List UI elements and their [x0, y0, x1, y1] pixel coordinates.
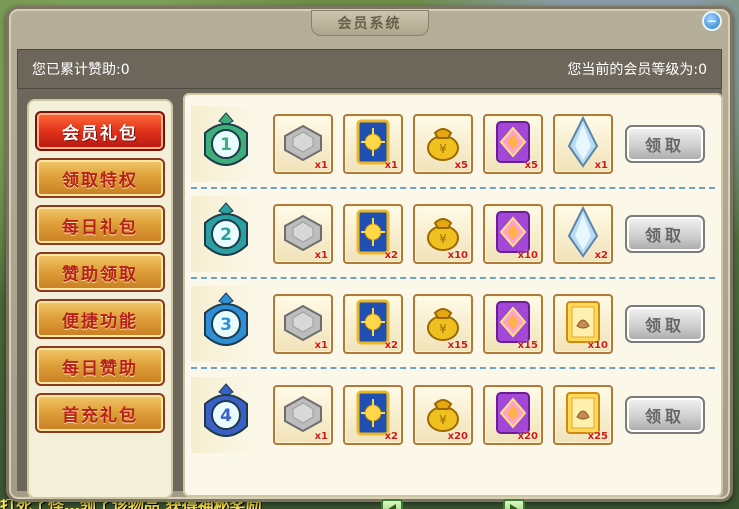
reward-quantity: x1	[314, 340, 328, 351]
reward-slot[interactable]: x2	[343, 385, 403, 445]
tier-row: 1 x1 x1 ¥ x5 x5 x1 领取	[191, 101, 715, 189]
reward-quantity: x20	[447, 431, 468, 442]
reward-slot[interactable]: x2	[343, 294, 403, 354]
reward-quantity: x5	[454, 160, 468, 171]
tier-row: 4 x1 x2 ¥ x20 x20 x25 领取	[191, 371, 715, 459]
pager	[183, 499, 723, 509]
reward-slot[interactable]: ¥ x15	[413, 294, 473, 354]
reward-slot[interactable]: x1	[273, 114, 333, 174]
svg-text:¥: ¥	[439, 413, 447, 427]
reward-quantity: x2	[384, 431, 398, 442]
sidebar-item-first-recharge[interactable]: 首充礼包	[35, 393, 165, 433]
reward-slot[interactable]: x2	[553, 204, 613, 264]
svg-text:1: 1	[220, 135, 232, 155]
reward-slot[interactable]: x1	[343, 114, 403, 174]
tier-row: 3 x1 x2 ¥ x15 x15 x10 领取	[191, 281, 715, 369]
reward-slot[interactable]: x1	[273, 294, 333, 354]
reward-quantity: x1	[594, 160, 608, 171]
svg-text:2: 2	[220, 225, 232, 245]
svg-text:¥: ¥	[439, 142, 447, 156]
reward-quantity: x1	[314, 431, 328, 442]
reward-quantity: x1	[384, 160, 398, 171]
reward-slot[interactable]: ¥ x20	[413, 385, 473, 445]
reward-slot[interactable]: x1	[273, 385, 333, 445]
svg-text:3: 3	[220, 315, 232, 335]
reward-quantity: x20	[517, 431, 538, 442]
sidebar: 会员礼包 领取特权 每日礼包 赞助领取 便捷功能 每日赞助 首充礼包	[27, 99, 173, 499]
tier-row: 2 x1 x2 ¥ x10 x10 x2 领取	[191, 191, 715, 279]
sidebar-item-daily-support[interactable]: 每日赞助	[35, 346, 165, 386]
reward-slot[interactable]: x10	[553, 294, 613, 354]
svg-text:4: 4	[220, 406, 232, 426]
sidebar-item-shortcuts[interactable]: 便捷功能	[35, 299, 165, 339]
reward-quantity: x5	[524, 160, 538, 171]
sidebar-item-support-claim[interactable]: 赞助领取	[35, 252, 165, 292]
reward-slot[interactable]: x1	[553, 114, 613, 174]
tier-badge-icon: 1	[191, 106, 261, 182]
window-title: 会员系统	[310, 10, 429, 36]
next-page-button[interactable]	[503, 499, 525, 509]
reward-quantity: x1	[314, 250, 328, 261]
svg-text:¥: ¥	[439, 322, 447, 336]
vip-window: 会员系统 − 您已累计赞助:0 您当前的会员等级为:0 会员礼包 领取特权 每日…	[6, 6, 733, 509]
reward-slot[interactable]: x15	[483, 294, 543, 354]
total-support-label: 您已累计赞助:0	[32, 62, 130, 78]
sidebar-item-vip-gift[interactable]: 会员礼包	[35, 111, 165, 151]
reward-slot[interactable]: ¥ x10	[413, 204, 473, 264]
sidebar-item-daily-gift[interactable]: 每日礼包	[35, 205, 165, 245]
prev-page-button[interactable]	[381, 499, 403, 509]
svg-text:¥: ¥	[439, 232, 447, 246]
reward-slot[interactable]: x1	[273, 204, 333, 264]
claim-button[interactable]: 领取	[625, 305, 705, 343]
reward-quantity: x2	[384, 340, 398, 351]
reward-quantity: x15	[517, 340, 538, 351]
reward-slot[interactable]: x10	[483, 204, 543, 264]
arrow-left-icon	[388, 504, 396, 509]
content-area: 会员礼包 领取特权 每日礼包 赞助领取 便捷功能 每日赞助 首充礼包 1 x1 x1…	[17, 89, 723, 509]
vip-level-label: 您当前的会员等级为:0	[567, 62, 707, 78]
reward-slot[interactable]: x5	[483, 114, 543, 174]
reward-quantity: x15	[447, 340, 468, 351]
close-button[interactable]: −	[702, 11, 722, 31]
reward-quantity: x10	[517, 250, 538, 261]
reward-quantity: x10	[587, 340, 608, 351]
reward-quantity: x25	[587, 431, 608, 442]
claim-button[interactable]: 领取	[625, 215, 705, 253]
reward-quantity: x10	[447, 250, 468, 261]
tier-badge-icon: 3	[191, 286, 261, 362]
sidebar-item-privileges[interactable]: 领取特权	[35, 158, 165, 198]
reward-slot[interactable]: x25	[553, 385, 613, 445]
minus-icon: −	[706, 14, 718, 28]
reward-slot[interactable]: x2	[343, 204, 403, 264]
reward-panel: 1 x1 x1 ¥ x5 x5 x1 领取 2 x1 x2 ¥ x10 x10 x2 领取 3 x1 x2 ¥ x15 x…	[183, 93, 723, 497]
arrow-right-icon	[510, 504, 518, 509]
reward-slot[interactable]: ¥ x5	[413, 114, 473, 174]
tier-badge-icon: 4	[191, 377, 261, 453]
tier-badge-icon: 2	[191, 196, 261, 272]
reward-quantity: x1	[314, 160, 328, 171]
reward-quantity: x2	[594, 250, 608, 261]
title-bar: 会员系统 −	[9, 9, 730, 37]
info-bar: 您已累计赞助:0 您当前的会员等级为:0	[17, 49, 722, 89]
reward-slot[interactable]: x20	[483, 385, 543, 445]
reward-quantity: x2	[384, 250, 398, 261]
claim-button[interactable]: 领取	[625, 396, 705, 434]
claim-button[interactable]: 领取	[625, 125, 705, 163]
